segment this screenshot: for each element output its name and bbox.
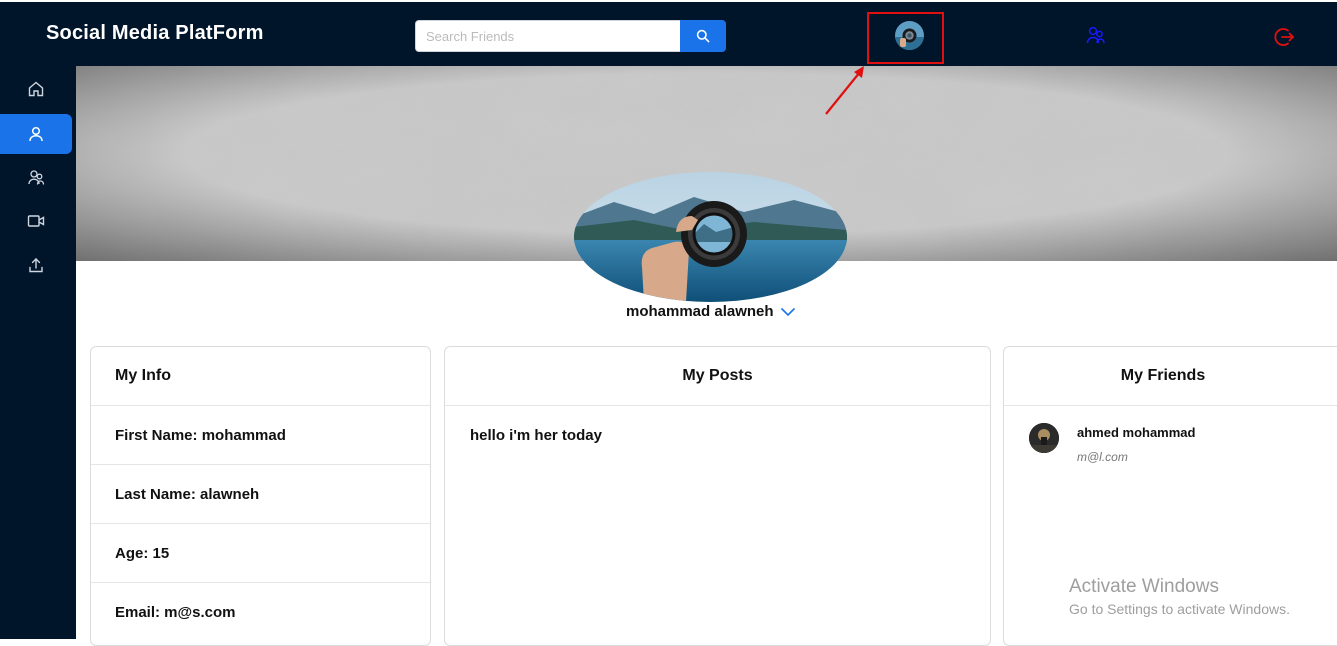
home-icon xyxy=(28,81,44,97)
search-button[interactable] xyxy=(680,20,726,52)
search-bar xyxy=(415,20,726,52)
user-icon xyxy=(29,126,43,142)
search-icon xyxy=(696,29,710,43)
info-age: Age: 15 xyxy=(91,524,430,583)
user-avatar[interactable] xyxy=(895,21,924,50)
info-email: Email: m@s.com xyxy=(115,604,236,621)
watermark-title: Activate Windows xyxy=(1069,576,1219,597)
chevron-down-icon[interactable] xyxy=(780,307,796,317)
profile-name-text: mohammad alawneh xyxy=(626,303,774,320)
upload-icon xyxy=(29,258,43,273)
friend-name[interactable]: ahmed mohammad xyxy=(1077,425,1195,440)
my-info-title: My Info xyxy=(91,347,430,406)
friends-icon[interactable] xyxy=(1086,25,1106,49)
brand-title[interactable]: Social Media PlatForm xyxy=(46,22,264,45)
sidebar-item-home[interactable] xyxy=(0,69,72,109)
video-icon xyxy=(27,215,45,227)
friend-email: m@l.com xyxy=(1077,450,1128,464)
sidebar-item-profile[interactable] xyxy=(0,114,72,154)
my-posts-card: My Posts hello i'm her today xyxy=(444,346,991,646)
post-item: hello i'm her today xyxy=(470,427,602,444)
friend-item[interactable]: ahmed mohammad m@l.com xyxy=(1029,423,1195,464)
friend-avatar[interactable] xyxy=(1029,423,1059,453)
info-first-name: First Name: mohammad xyxy=(91,406,430,465)
info-last-name: Last Name: alawneh xyxy=(91,465,430,524)
top-navbar: Social Media PlatForm xyxy=(0,0,1337,66)
sidebar-item-upload[interactable] xyxy=(0,245,72,285)
annotation-highlight-box xyxy=(867,12,944,64)
sidebar-item-friends[interactable] xyxy=(0,157,72,197)
windows-activation-watermark: Activate Windows Go to Settings to activ… xyxy=(1069,576,1290,617)
watermark-subtitle: Go to Settings to activate Windows. xyxy=(1069,601,1290,617)
profile-photo[interactable] xyxy=(574,172,847,302)
search-input[interactable] xyxy=(415,20,680,52)
my-friends-title: My Friends xyxy=(1004,347,1337,406)
friends-icon xyxy=(27,169,44,185)
profile-name[interactable]: mohammad alawneh xyxy=(626,303,796,320)
logout-icon[interactable] xyxy=(1273,26,1295,52)
sidebar xyxy=(0,66,76,639)
my-posts-title: My Posts xyxy=(445,347,990,406)
sidebar-item-videos[interactable] xyxy=(0,201,72,241)
annotation-arrow xyxy=(825,66,864,115)
my-info-card: My Info First Name: mohammad Last Name: … xyxy=(90,346,431,646)
